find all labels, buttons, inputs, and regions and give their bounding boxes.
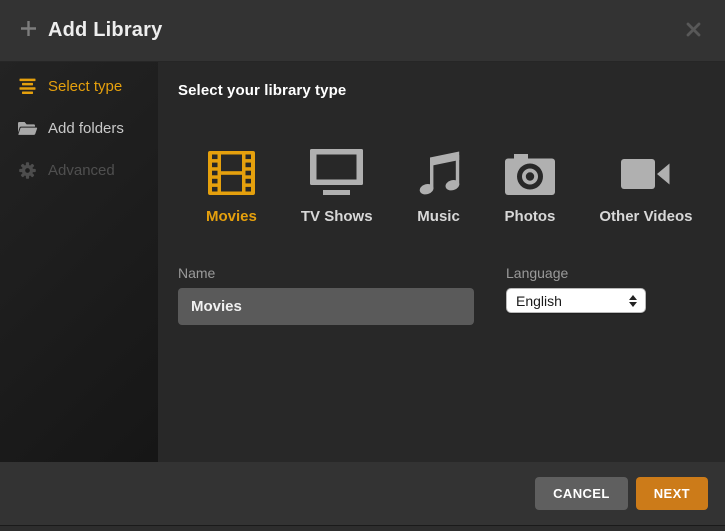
library-name-input[interactable]: [178, 288, 474, 325]
music-note-icon: [417, 145, 461, 195]
sidebar-item-add-folders[interactable]: Add folders: [0, 113, 158, 143]
folder-icon: [17, 120, 38, 136]
language-select[interactable]: English: [506, 288, 646, 313]
type-label: Music: [417, 208, 460, 225]
film-strip-icon: [208, 145, 255, 195]
sidebar-item-label: Select type: [48, 78, 122, 95]
select-stepper-icon: [629, 295, 639, 307]
panel-heading: Select your library type: [178, 82, 725, 99]
type-label: Other Videos: [599, 208, 692, 225]
gear-icon: [17, 162, 38, 179]
add-library-dialog: Add Library Select type: [0, 0, 725, 531]
type-option-music[interactable]: Music: [417, 145, 461, 225]
sidebar-item-label: Advanced: [48, 162, 115, 179]
wizard-steps-sidebar: Select type Add folders: [0, 62, 158, 462]
dialog-title: Add Library: [48, 19, 162, 42]
select-type-panel: Select your library type: [158, 62, 725, 462]
cancel-button[interactable]: CANCEL: [535, 477, 628, 510]
dialog-body: Select type Add folders: [0, 62, 725, 462]
language-field-block: Language English: [506, 265, 646, 313]
camera-icon: [505, 145, 555, 195]
close-button[interactable]: [682, 18, 705, 44]
name-label: Name: [178, 265, 474, 281]
close-icon: [686, 22, 701, 40]
dialog-footer: CANCEL NEXT: [0, 462, 725, 525]
fields-row: Name Language English: [178, 265, 725, 325]
dialog-header: Add Library: [0, 0, 725, 62]
library-type-row: Movies TV Shows: [206, 145, 725, 225]
list-lines-icon: [17, 78, 38, 94]
tv-icon: [310, 145, 363, 195]
type-option-other-videos[interactable]: Other Videos: [599, 145, 692, 225]
video-camera-icon: [621, 145, 670, 195]
sidebar-item-label: Add folders: [48, 120, 124, 137]
name-field-block: Name: [178, 265, 474, 325]
language-label: Language: [506, 265, 646, 281]
page-edge-strip: [0, 525, 725, 531]
type-label: Movies: [206, 208, 257, 225]
language-selected-value: English: [516, 293, 629, 309]
type-option-photos[interactable]: Photos: [505, 145, 556, 225]
next-button[interactable]: NEXT: [636, 477, 708, 510]
sidebar-item-advanced: Advanced: [0, 155, 158, 185]
type-label: TV Shows: [301, 208, 373, 225]
plus-icon: [20, 20, 37, 42]
type-label: Photos: [505, 208, 556, 225]
type-option-tv-shows[interactable]: TV Shows: [301, 145, 373, 225]
sidebar-item-select-type[interactable]: Select type: [0, 71, 158, 101]
type-option-movies[interactable]: Movies: [206, 145, 257, 225]
